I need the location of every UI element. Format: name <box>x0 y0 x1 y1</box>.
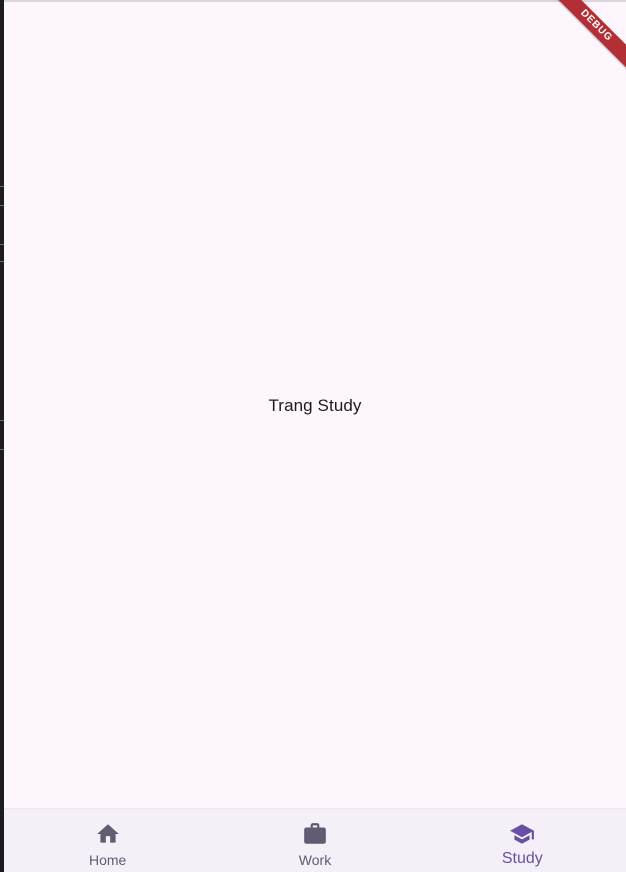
page-body-text: Trang Study <box>268 396 362 415</box>
nav-item-work[interactable]: Work <box>211 809 418 872</box>
bottom-navigation-bar: Home Work Study <box>4 808 626 872</box>
school-icon <box>509 821 535 847</box>
briefcase-icon <box>302 821 328 847</box>
nav-label-study: Study <box>501 850 543 867</box>
nav-item-home[interactable]: Home <box>4 809 211 872</box>
nav-label-work: Work <box>298 852 332 868</box>
app-window: Trang Study DEBUG Home Work Study <box>4 0 626 872</box>
nav-item-study[interactable]: Study <box>419 809 626 872</box>
page-body: Trang Study <box>4 2 626 808</box>
home-icon <box>95 821 121 847</box>
nav-label-home: Home <box>88 852 127 868</box>
